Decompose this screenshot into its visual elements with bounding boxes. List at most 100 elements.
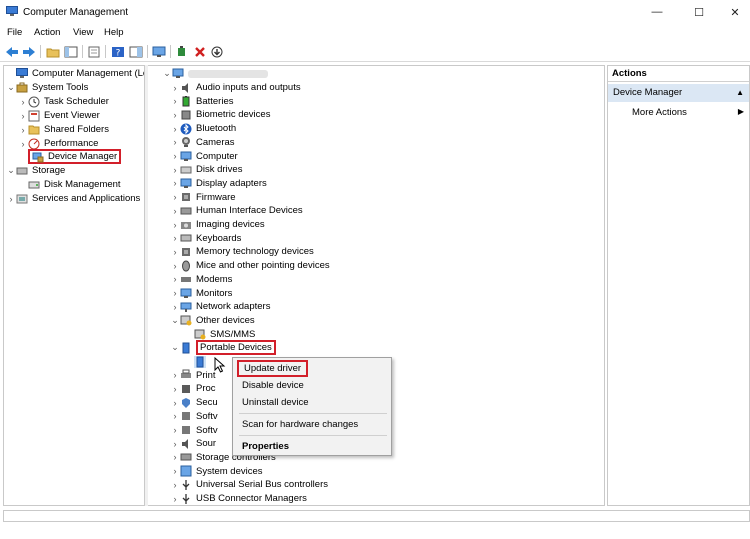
device-category-portable-devices[interactable]: ⌄ Portable Devices: [170, 340, 276, 356]
chevron-right-icon[interactable]: ›: [170, 382, 180, 395]
tree-item-storage[interactable]: ⌄ Storage: [6, 164, 65, 177]
device-category-monitors[interactable]: › Monitors: [170, 287, 233, 300]
device-category-modems[interactable]: › Modems: [170, 273, 233, 286]
collapse-up-icon[interactable]: ▲: [736, 84, 744, 102]
chevron-right-icon[interactable]: ›: [170, 259, 180, 272]
tree-item-services[interactable]: › Services and Applications: [6, 192, 141, 205]
back-arrow-icon[interactable]: [4, 44, 19, 59]
menu-file[interactable]: File: [7, 27, 22, 38]
device-category-disk-drives[interactable]: › Disk drives: [170, 163, 243, 176]
download-circle-icon[interactable]: [209, 44, 224, 59]
chevron-down-icon[interactable]: ⌄: [170, 314, 180, 327]
device-category-biometric-devices[interactable]: › Biometric devices: [170, 108, 271, 121]
device-tree-root[interactable]: ⌄: [162, 67, 268, 80]
device-category-network-adapters[interactable]: › Network adapters: [170, 300, 271, 313]
device-category-sound-controllers[interactable]: › Sour: [170, 437, 217, 450]
device-category-keyboards[interactable]: › Keyboards: [170, 232, 242, 245]
tree-item-event-viewer[interactable]: › Event Viewer: [18, 109, 100, 122]
chevron-right-icon[interactable]: ›: [170, 492, 180, 505]
device-category-memory-technology-devices[interactable]: › Memory technology devices: [170, 245, 314, 258]
device-category-cameras[interactable]: › Cameras: [170, 136, 235, 149]
chevron-right-icon[interactable]: ›: [170, 136, 180, 149]
device-sms-mms[interactable]: SMS/MMS: [194, 328, 255, 341]
ctx-uninstall-device[interactable]: Uninstall device: [242, 397, 309, 408]
chevron-right-icon[interactable]: ›: [170, 437, 180, 450]
chevron-right-icon[interactable]: ›: [170, 108, 180, 121]
chevron-down-icon[interactable]: ⌄: [162, 67, 172, 80]
menu-view[interactable]: View: [73, 27, 93, 38]
more-actions-item[interactable]: More Actions: [632, 107, 687, 118]
tree-item-system-tools[interactable]: ⌄ System Tools: [6, 81, 88, 94]
chevron-down-icon[interactable]: ⌄: [6, 164, 16, 177]
ctx-update-driver[interactable]: Update driver: [237, 360, 309, 377]
tree-item-shared-folders[interactable]: › Shared Folders: [18, 123, 109, 136]
chevron-right-icon[interactable]: ›: [170, 163, 180, 176]
chevron-right-icon[interactable]: ›: [170, 451, 180, 464]
chevron-down-icon[interactable]: ⌄: [6, 81, 16, 94]
chevron-right-icon[interactable]: ›: [170, 245, 180, 258]
chevron-right-icon[interactable]: ›: [170, 369, 180, 382]
chevron-right-icon[interactable]: ›: [170, 478, 180, 491]
monitor-icon[interactable]: [151, 44, 166, 59]
ctx-scan-hardware[interactable]: Scan for hardware changes: [242, 419, 358, 430]
chevron-right-icon[interactable]: ›: [170, 287, 180, 300]
chevron-right-icon[interactable]: ›: [170, 150, 180, 163]
tree-item-device-manager[interactable]: Device Manager: [28, 149, 122, 164]
portable-device-child[interactable]: [194, 355, 210, 368]
chevron-right-icon[interactable]: ›: [170, 204, 180, 217]
device-category-computer[interactable]: › Computer: [170, 150, 238, 163]
close-button[interactable]: ✕: [722, 4, 748, 20]
chevron-right-icon[interactable]: ›: [170, 465, 180, 478]
device-category-imaging-devices[interactable]: › Imaging devices: [170, 218, 265, 231]
chevron-down-icon[interactable]: ⌄: [170, 341, 180, 354]
ctx-disable-device[interactable]: Disable device: [242, 380, 304, 391]
up-folder-icon[interactable]: [45, 44, 60, 59]
device-category-audio-inputs[interactable]: › Audio inputs and outputs: [170, 81, 301, 94]
chevron-right-icon[interactable]: ›: [18, 137, 28, 150]
device-category-display-adapters[interactable]: › Display adapters: [170, 177, 267, 190]
device-category-bluetooth[interactable]: › Bluetooth: [170, 122, 236, 135]
help-icon[interactable]: ?: [110, 44, 125, 59]
tree-root[interactable]: Computer Management (Local: [6, 67, 144, 80]
device-category-batteries[interactable]: › Batteries: [170, 95, 234, 108]
chevron-right-icon[interactable]: ›: [18, 123, 28, 136]
minimize-button[interactable]: —: [644, 4, 670, 20]
chevron-right-icon[interactable]: ›: [170, 396, 180, 409]
device-category-usb-controllers[interactable]: › Universal Serial Bus controllers: [170, 478, 329, 491]
chevron-right-icon[interactable]: ›: [170, 300, 180, 313]
ctx-properties[interactable]: Properties: [242, 441, 289, 452]
chevron-right-icon[interactable]: ›: [170, 232, 180, 245]
forward-arrow-icon[interactable]: [21, 44, 36, 59]
device-category-mice[interactable]: › Mice and other pointing devices: [170, 259, 330, 272]
maximize-button[interactable]: ☐: [686, 4, 712, 20]
tree-item-disk-management[interactable]: Disk Management: [28, 178, 121, 191]
chevron-right-icon[interactable]: ›: [170, 191, 180, 204]
view-pane-icon[interactable]: [128, 44, 143, 59]
device-category-software-devices[interactable]: › Softv: [170, 424, 218, 437]
tree-item-task-scheduler[interactable]: › Task Scheduler: [18, 95, 109, 108]
device-category-security-devices[interactable]: › Secu: [170, 396, 218, 409]
device-category-human-interface-devices[interactable]: › Human Interface Devices: [170, 204, 303, 217]
chevron-right-icon[interactable]: ›: [170, 424, 180, 437]
chevron-right-icon[interactable]: ›: [170, 95, 180, 108]
chevron-right-icon[interactable]: ›: [170, 410, 180, 423]
chevron-right-icon[interactable]: ›: [18, 95, 28, 108]
console-tree-icon[interactable]: [63, 44, 78, 59]
device-category-firmware[interactable]: › Firmware: [170, 191, 236, 204]
chevron-right-icon[interactable]: ›: [170, 81, 180, 94]
chevron-right-icon[interactable]: ›: [6, 192, 16, 205]
actions-section-device-manager[interactable]: Device Manager ▲: [608, 84, 749, 102]
device-category-software-components[interactable]: › Softv: [170, 410, 218, 423]
chevron-right-icon[interactable]: ›: [170, 177, 180, 190]
update-driver-icon[interactable]: [174, 44, 189, 59]
menu-action[interactable]: Action: [34, 27, 60, 38]
menu-help[interactable]: Help: [104, 27, 124, 38]
properties-sheet-icon[interactable]: [86, 44, 101, 59]
uninstall-x-icon[interactable]: [192, 44, 207, 59]
chevron-right-icon[interactable]: ›: [170, 218, 180, 231]
chevron-right-icon[interactable]: ›: [170, 273, 180, 286]
device-category-print-queues[interactable]: › Print: [170, 369, 216, 382]
submenu-arrow-icon[interactable]: ▶: [738, 107, 744, 116]
device-category-usb-connector-managers[interactable]: › USB Connector Managers: [170, 492, 307, 505]
device-category-processors[interactable]: › Proc: [170, 382, 216, 395]
